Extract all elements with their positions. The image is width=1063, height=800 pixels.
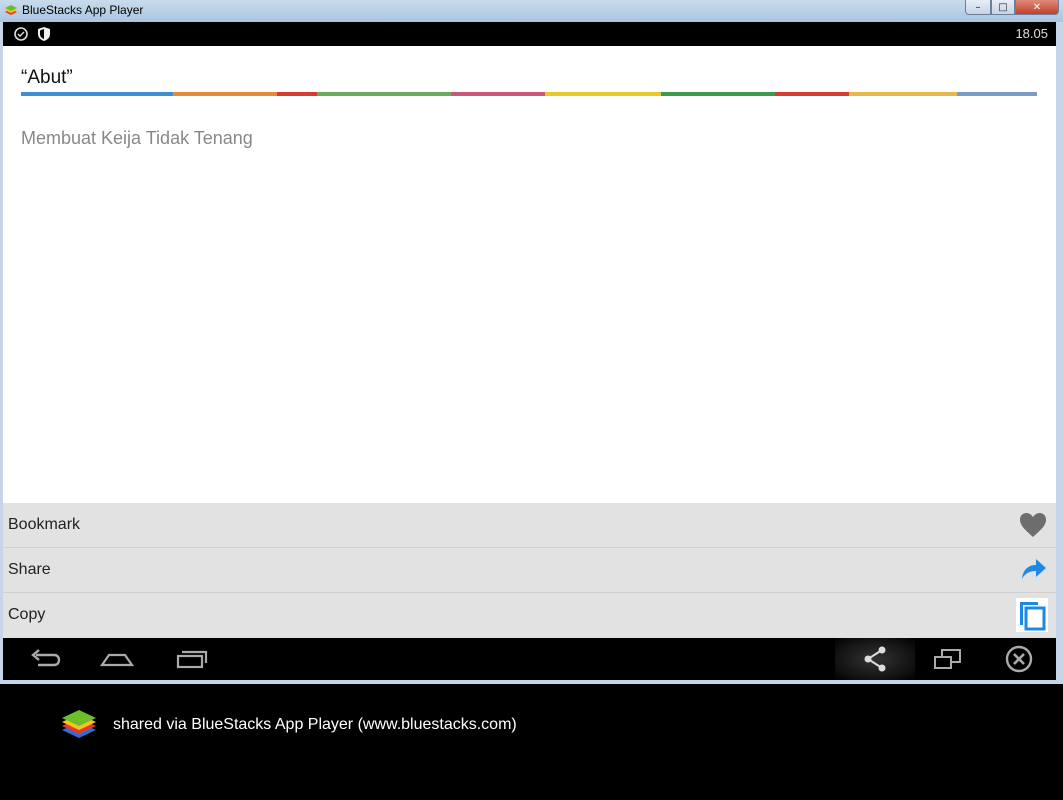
copy-icon[interactable] bbox=[1016, 598, 1048, 632]
status-time: 18.05 bbox=[1015, 26, 1048, 41]
recent-apps-icon[interactable] bbox=[175, 645, 209, 673]
quote-title: “Abut” bbox=[21, 67, 73, 88]
maximize-button[interactable]: □ bbox=[991, 0, 1015, 15]
chat-bubble-icon bbox=[14, 27, 28, 41]
heart-icon[interactable] bbox=[1018, 510, 1048, 540]
copy-row[interactable]: Copy bbox=[3, 593, 1056, 637]
android-screen: 18.05 “Abut” Membuat Keija Tidak Tenang … bbox=[3, 22, 1056, 680]
home-icon[interactable] bbox=[100, 645, 134, 673]
color-divider bbox=[21, 92, 1037, 96]
bluestacks-logo-icon bbox=[5, 5, 17, 15]
footer-caption: shared via BlueStacks App Player (www.bl… bbox=[113, 716, 517, 733]
footer-banner: shared via BlueStacks App Player (www.bl… bbox=[0, 684, 1063, 800]
window-frame: 18.05 “Abut” Membuat Keija Tidak Tenang … bbox=[0, 22, 1063, 684]
copy-label: Copy bbox=[8, 606, 46, 623]
close-circle-icon[interactable] bbox=[1002, 645, 1036, 673]
quote-meaning: Membuat Keija Tidak Tenang bbox=[21, 128, 253, 148]
bluestacks-logo-icon bbox=[62, 710, 96, 738]
status-bar: 18.05 bbox=[3, 22, 1056, 46]
share-row[interactable]: Share bbox=[3, 548, 1056, 593]
window-controls: – □ ✕ bbox=[965, 0, 1059, 15]
window-title: BlueStacks App Player bbox=[22, 3, 144, 17]
share-arrow-icon[interactable] bbox=[1018, 555, 1048, 585]
share-label: Share bbox=[8, 561, 51, 578]
window-title-bar[interactable]: BlueStacks App Player – □ ✕ bbox=[0, 0, 1063, 22]
bookmark-label: Bookmark bbox=[8, 516, 81, 533]
navigation-bar bbox=[3, 638, 1056, 680]
minimize-button[interactable]: – bbox=[965, 0, 991, 15]
action-list: Bookmark Share Copy bbox=[3, 503, 1056, 638]
shield-icon bbox=[38, 27, 50, 41]
bookmark-row[interactable]: Bookmark bbox=[3, 503, 1056, 548]
close-window-button[interactable]: ✕ bbox=[1015, 0, 1059, 15]
window-icon[interactable] bbox=[931, 645, 965, 673]
back-icon[interactable] bbox=[28, 645, 62, 673]
share-icon[interactable] bbox=[858, 645, 892, 673]
